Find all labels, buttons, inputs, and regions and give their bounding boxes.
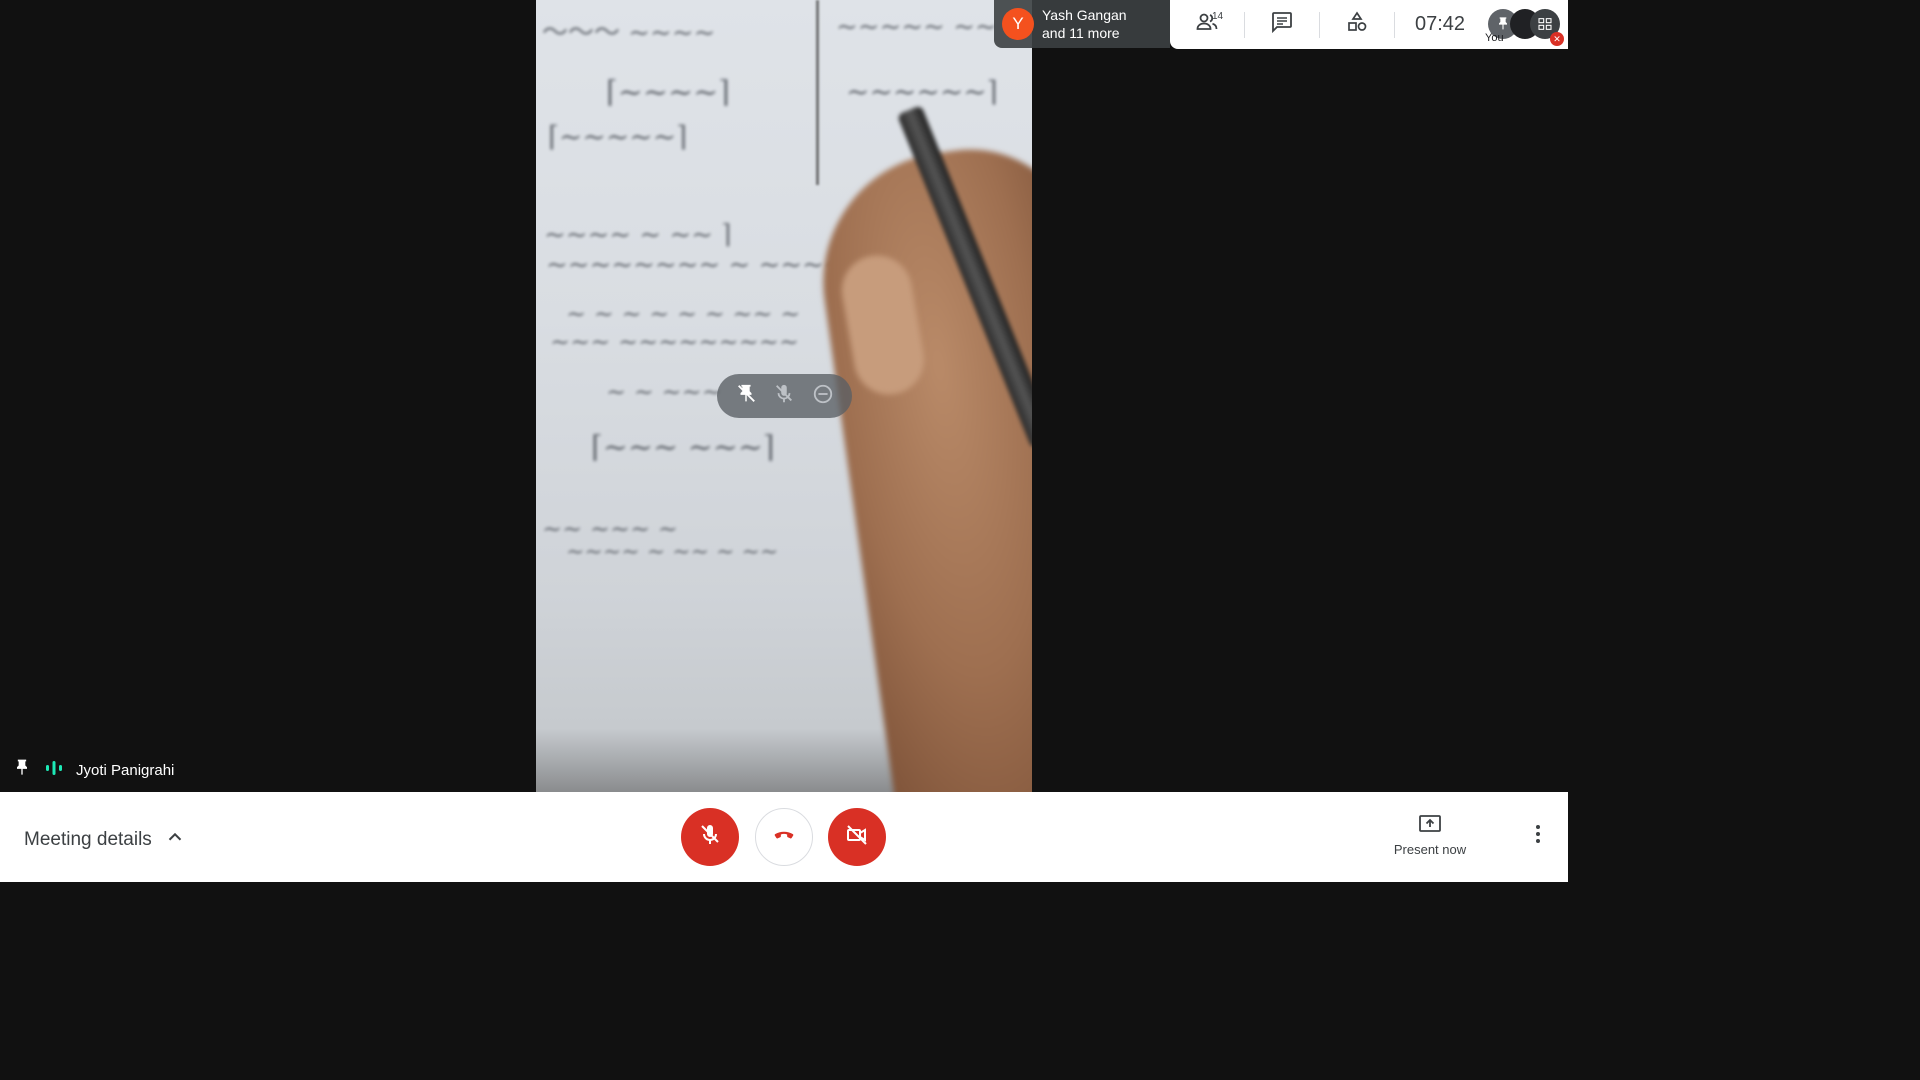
whiteboard-writing: ⌈~~~~~⌉ [548,120,688,153]
activities-button[interactable] [1320,0,1394,49]
whiteboard-writing: ~~~~ ~ ~~ ~ ~~ [566,540,779,565]
microphone-toggle-button[interactable] [681,808,739,866]
chat-button[interactable] [1245,0,1319,49]
speaker-name: Yash Gangan [1042,7,1127,23]
presenter-name-tag: Jyoti Panigrahi [12,758,174,782]
whiteboard-writing: ~~ ~~~ ~ [542,515,678,543]
whiteboard-writing: ~~~ ~~~~~~~~~ [550,328,799,356]
whiteboard-writing: ~~~~~ ~~ [836,12,997,42]
self-view-stack[interactable]: ✕ You [1480,0,1568,49]
mute-participant-icon[interactable] [773,383,795,410]
participant-count: 14 [1212,11,1224,22]
whiteboard-divider [816,0,819,185]
meeting-details-label: Meeting details [24,829,152,850]
leave-call-button[interactable] [755,808,813,866]
presenter-name: Jyoti Panigrahi [76,761,175,779]
meeting-clock: 07:42 [1414,13,1466,35]
bottom-control-bar: Meeting details Present now [0,792,1568,882]
whiteboard-writing: ~~~~~~~~ ~ ~~~~ [546,250,846,280]
muted-badge-icon: ✕ [1550,32,1564,46]
meeting-stage: 〜〜〜 ~~~~ ~~~~~ ~~ ⌈~~~~⌉ ~~~~~~⌉ ⌈~~~~~⌉… [0,0,1568,792]
whiteboard-writing: 〜〜〜 ~~~~ [542,18,716,48]
whiteboard-writing: ~~~~ ~ ~~ ⌉ [544,220,732,250]
people-button[interactable]: 14 [1170,0,1244,49]
chat-icon [1270,10,1294,39]
chevron-up-icon [152,826,186,854]
whiteboard-writing: ~ ~ ~~~ [606,378,722,406]
tile-hover-controls [717,374,852,418]
whiteboard-writing: ⌈~~~ ~~~⌉ [591,430,775,465]
more-vert-icon [1526,822,1550,851]
pin-icon[interactable] [735,383,757,410]
more-options-button[interactable] [1526,824,1550,848]
pin-icon[interactable] [12,758,44,782]
presenter-hand [806,135,1032,792]
active-speakers-chip[interactable]: Y Yash Gangan and 11 more [994,0,1170,48]
whiteboard-writing: ~~~~~~⌉ [846,75,998,108]
remove-participant-icon[interactable] [812,383,834,410]
present-screen-icon [1380,812,1480,836]
audio-level-icon [44,758,76,782]
camera-toggle-button[interactable] [828,808,886,866]
whiteboard-writing: ⌈~~~~⌉ [606,75,730,110]
whiteboard-writing: ~ ~ ~ ~ ~ ~ ~~ ~ [566,300,801,328]
self-label: You [1485,32,1504,44]
camera-off-icon [845,823,869,852]
mic-off-icon [698,823,722,852]
activities-icon [1345,10,1369,39]
present-now-label: Present now [1393,842,1467,857]
hang-up-icon [771,822,797,853]
avatar: Y [1002,8,1034,40]
speaker-others: and 11 more [1042,25,1120,41]
present-now-button[interactable]: Present now [1380,812,1480,857]
meeting-details-button[interactable]: Meeting details [24,826,186,854]
